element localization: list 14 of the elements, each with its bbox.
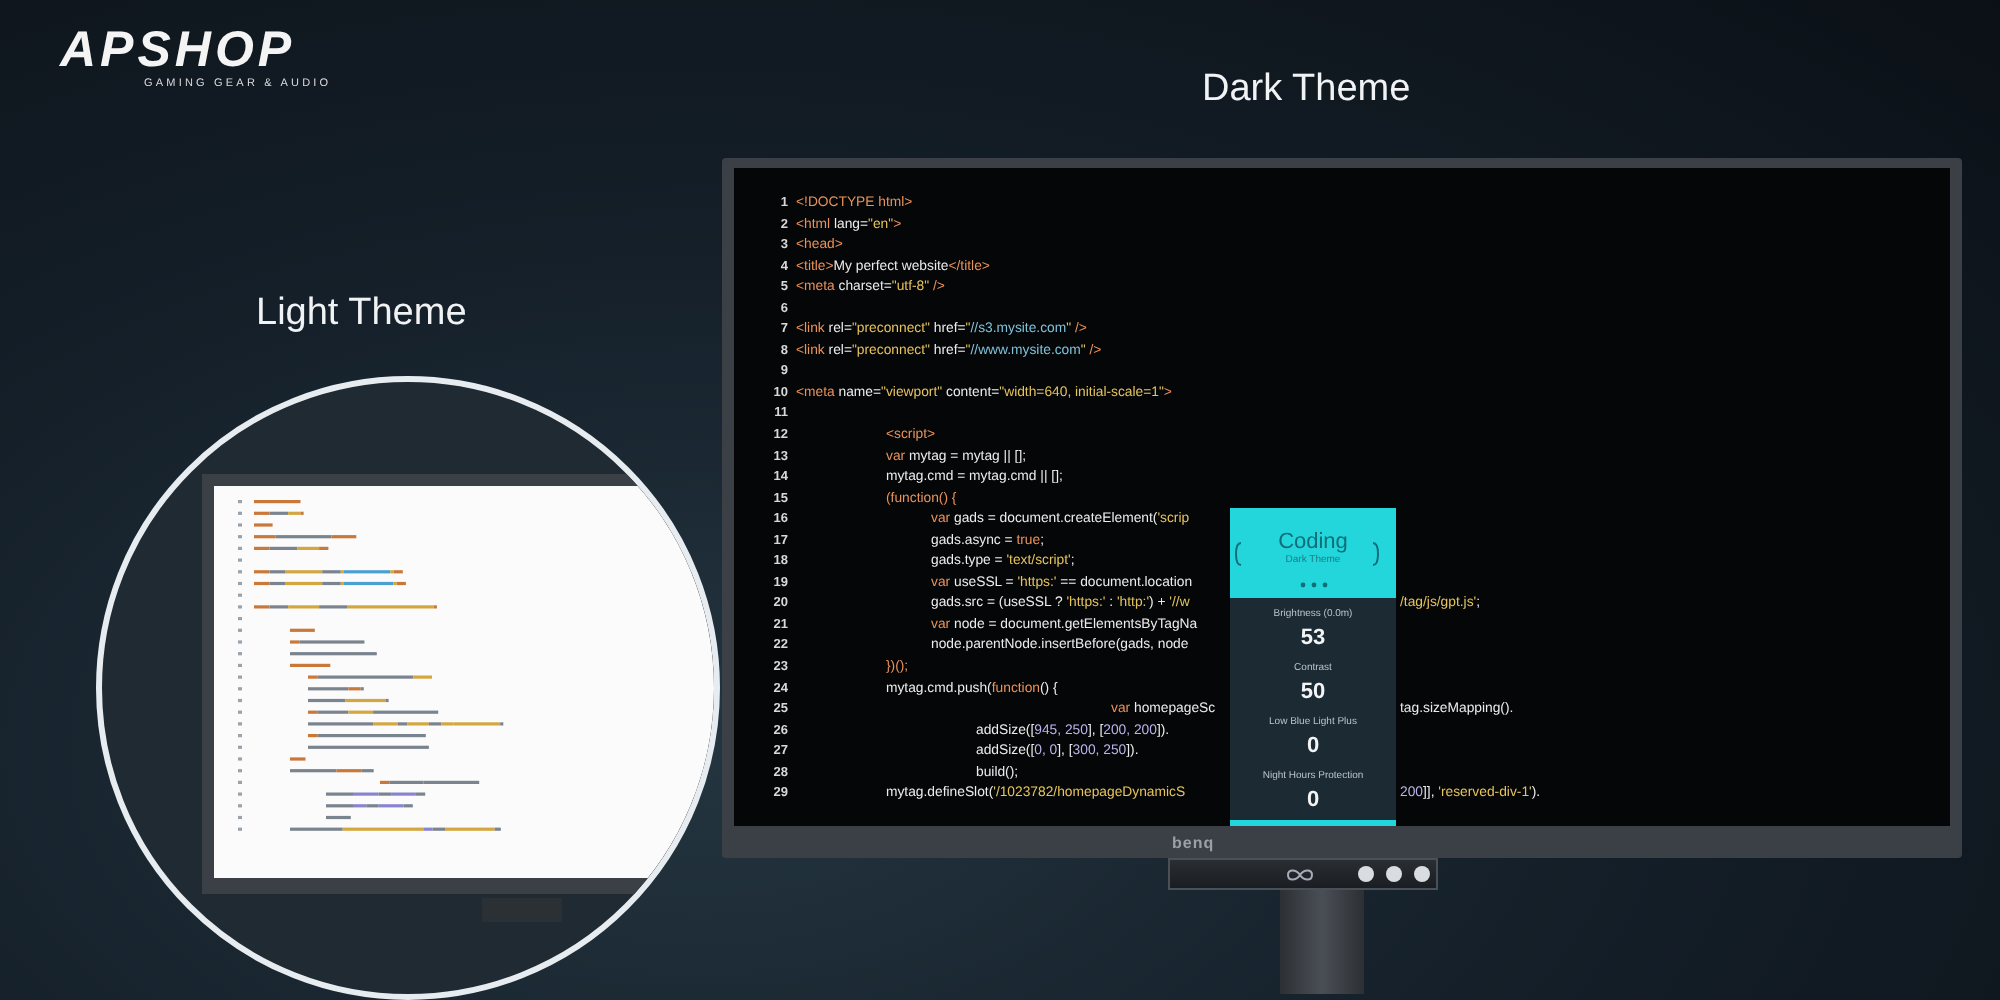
bracket-left-icon[interactable] [1234,541,1242,566]
monitor-stand [1280,890,1364,994]
setting-value: 53 [1300,626,1326,651]
logo-wordmark: APSHOP [60,24,296,76]
page-dots-icon [1299,582,1327,589]
loop-icon [1286,867,1314,881]
setting-value: 0 [1306,788,1320,813]
bracket-right-icon[interactable] [1372,541,1380,566]
theme-heading: Dark Theme [1202,68,1411,112]
mode-title: Coding [1278,530,1348,555]
setting-value: 0 [1306,734,1320,759]
theme-heading: Light Theme [256,292,467,336]
brand-label: benq [1172,833,1215,851]
setting-value: 50 [1300,680,1326,705]
